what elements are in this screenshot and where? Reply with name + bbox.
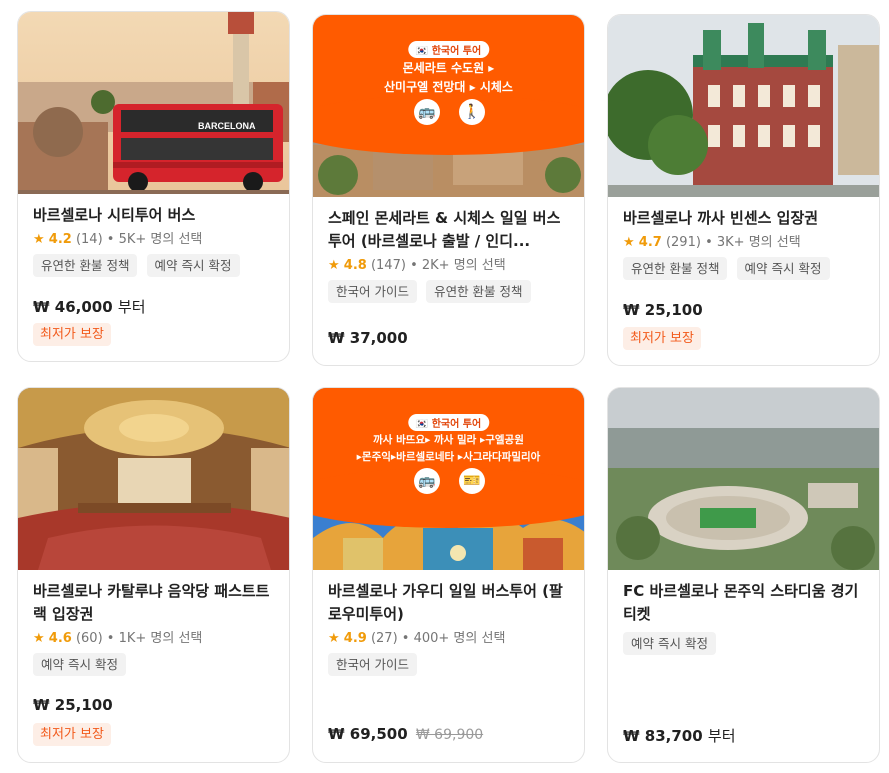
tag-korean-guide: 한국어 가이드: [328, 280, 417, 303]
booked-count: • 3K+ 명의 선택: [705, 235, 801, 250]
banner-line-2: 산미구엘 전망대 ▸ 시체스: [384, 80, 513, 94]
review-count: (27): [370, 631, 398, 646]
price: ₩ 46,000 부터: [33, 296, 146, 317]
banner-line-2: ▸몬주익▸바르셀로네타 ▸사그라다파밀리아: [356, 451, 541, 463]
card-title[interactable]: 스페인 몬세라트 & 시체스 일일 버스투어 (바르셀로나 출발 / 인디...: [328, 207, 569, 253]
tag-instant-confirm: 예약 즉시 확정: [33, 653, 126, 676]
product-card-casa-vicens[interactable]: 바르셀로나 까사 빈센스 입장권 ★ 4.7 (291) • 3K+ 명의 선택…: [607, 14, 880, 366]
tag-flexible-refund: 유연한 환불 정책: [426, 280, 531, 303]
price: ₩ 69,500 ₩ 69,900: [328, 725, 483, 743]
tag-list: 예약 즉시 확정: [623, 632, 864, 656]
card-image-gaudi: 🇰🇷 한국어 투어 까사 바뜨요▸ 까사 밀라 ▸구엘공원 ▸몬주익▸바르셀로네…: [313, 388, 584, 570]
star-icon: ★: [33, 232, 45, 247]
booked-count: • 5K+ 명의 선택: [106, 232, 203, 247]
booked-count: • 400+ 명의 선택: [401, 631, 506, 646]
rating-score: 4.9: [343, 631, 367, 646]
product-card-gaudi-bus-tour[interactable]: 🇰🇷 한국어 투어 까사 바뜨요▸ 까사 밀라 ▸구엘공원 ▸몬주익▸바르셀로네…: [312, 387, 585, 763]
star-icon: ★: [328, 258, 340, 273]
tag-instant-confirm: 예약 즉시 확정: [623, 632, 716, 655]
rating-row: ★ 4.2 (14) • 5K+ 명의 선택: [33, 230, 274, 250]
card-image-montserrat: 🇰🇷 한국어 투어 몬세라트 수도원 ▸ 산미구엘 전망대 ▸ 시체스 🚌 🚶: [313, 15, 584, 197]
tag-list: 한국어 가이드: [328, 653, 569, 677]
booked-count: • 2K+ 명의 선택: [410, 258, 506, 273]
star-icon: ★: [33, 631, 45, 646]
rating-row: ★ 4.9 (27) • 400+ 명의 선택: [328, 629, 569, 649]
card-title[interactable]: 바르셀로나 시티투어 버스: [33, 204, 274, 227]
price: ₩ 37,000: [328, 329, 408, 347]
rating-row: ★ 4.8 (147) • 2K+ 명의 선택: [328, 256, 569, 276]
card-image-stadium: [608, 388, 879, 570]
tag-flexible-refund: 유연한 환불 정책: [623, 257, 728, 280]
korean-tour-pill: 🇰🇷 한국어 투어: [407, 414, 490, 431]
rating-score: 4.2: [48, 232, 72, 247]
review-count: (14): [75, 232, 103, 247]
price-value: ₩ 69,500: [328, 725, 408, 743]
booked-count: • 1K+ 명의 선택: [106, 631, 203, 646]
original-price: ₩ 69,900: [415, 727, 484, 743]
tag-flexible-refund: 유연한 환불 정책: [33, 254, 138, 277]
ticket-icon: 🎫: [459, 468, 485, 494]
price: ₩ 83,700 부터: [623, 725, 736, 746]
rating-score: 4.7: [638, 235, 662, 250]
price: ₩ 25,100: [33, 696, 113, 714]
price-suffix: 부터: [117, 298, 146, 316]
price-value: ₩ 25,100: [33, 696, 113, 714]
banner-line-1: 까사 바뜨요▸ 까사 밀라 ▸구엘공원: [373, 434, 524, 446]
card-image-palau-musica: [18, 388, 289, 570]
tag-instant-confirm: 예약 즉시 확정: [146, 254, 240, 277]
card-title[interactable]: 바르셀로나 가우디 일일 버스투어 (팔로우미투어): [328, 580, 569, 626]
rating-score: 4.6: [48, 631, 72, 646]
review-count: (147): [370, 258, 406, 273]
card-title[interactable]: FC 바르셀로나 몬주익 스타디움 경기 티켓: [623, 580, 864, 626]
rating-score: 4.8: [343, 258, 367, 273]
price-value: ₩ 25,100: [623, 301, 703, 319]
tag-instant-confirm: 예약 즉시 확정: [736, 257, 830, 280]
card-image-city-bus: BARCELONA: [18, 12, 289, 194]
svg-text:BARCELONA: BARCELONA: [198, 121, 256, 131]
price-value: ₩ 46,000: [33, 298, 113, 316]
tag-list: 유연한 환불 정책 예약 즉시 확정: [623, 257, 864, 281]
review-count: (60): [75, 631, 103, 646]
price-value: ₩ 37,000: [328, 329, 408, 347]
product-card-city-tour-bus[interactable]: BARCELONA 바르셀로나 시티투어 버스 ★ 4.2 (14) • 5K+…: [17, 11, 290, 362]
card-image-casa-vicens: [608, 15, 879, 197]
price-value: ₩ 83,700: [623, 727, 703, 745]
banner-line-1: 몬세라트 수도원 ▸: [402, 61, 495, 75]
lowest-price-badge: 최저가 보장: [33, 723, 111, 746]
tag-korean-guide: 한국어 가이드: [328, 653, 417, 676]
product-card-fc-barcelona[interactable]: FC 바르셀로나 몬주익 스타디움 경기 티켓 예약 즉시 확정 ₩ 83,70…: [607, 387, 880, 763]
tag-list: 한국어 가이드 유연한 환불 정책: [328, 280, 569, 304]
bus-icon: 🚌: [414, 468, 440, 494]
card-title[interactable]: 바르셀로나 까사 빈센스 입장권: [623, 207, 864, 230]
card-title[interactable]: 바르셀로나 카탈루냐 음악당 패스트트랙 입장권: [33, 580, 274, 626]
product-card-palau-musica[interactable]: 바르셀로나 카탈루냐 음악당 패스트트랙 입장권 ★ 4.6 (60) • 1K…: [17, 387, 290, 763]
korean-tour-pill: 🇰🇷 한국어 투어: [407, 41, 490, 58]
rating-row: ★ 4.7 (291) • 3K+ 명의 선택: [623, 233, 864, 253]
star-icon: ★: [623, 235, 635, 250]
lowest-price-badge: 최저가 보장: [623, 327, 701, 350]
tag-list: 예약 즉시 확정: [33, 653, 274, 677]
price-suffix: 부터: [707, 727, 736, 745]
price: ₩ 25,100: [623, 301, 703, 319]
tag-list: 유연한 환불 정책 예약 즉시 확정: [33, 254, 274, 278]
walking-guide-icon: 🚶: [459, 99, 485, 125]
rating-row: ★ 4.6 (60) • 1K+ 명의 선택: [33, 629, 274, 649]
bus-icon: 🚌: [414, 99, 440, 125]
product-card-montserrat-sitges[interactable]: 🇰🇷 한국어 투어 몬세라트 수도원 ▸ 산미구엘 전망대 ▸ 시체스 🚌 🚶 …: [312, 14, 585, 366]
lowest-price-badge: 최저가 보장: [33, 323, 111, 346]
star-icon: ★: [328, 631, 340, 646]
review-count: (291): [665, 235, 701, 250]
